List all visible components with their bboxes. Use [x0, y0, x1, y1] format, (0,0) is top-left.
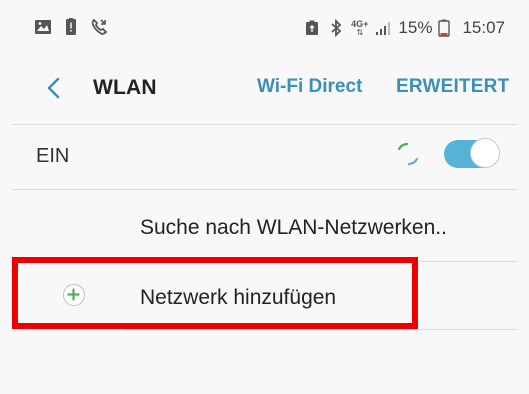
advanced-button[interactable]: ERWEITERT [396, 76, 509, 98]
battery-icon [438, 19, 456, 37]
back-button[interactable] [38, 72, 68, 108]
bluetooth-icon [327, 18, 345, 38]
scanning-text: Suche nach WLAN-Netzwerken.. [140, 216, 447, 239]
battery-saver-icon [303, 19, 321, 37]
image-icon [34, 18, 52, 36]
toggle-label: EIN [36, 145, 70, 167]
add-network-row[interactable]: Netzwerk hinzufügen [12, 257, 418, 329]
scanning-status-row: Suche nach WLAN-Netzwerken.. [0, 190, 529, 264]
loading-spinner-icon [393, 139, 423, 169]
chevron-left-icon [45, 76, 61, 105]
page-title: WLAN [93, 76, 157, 99]
battery-alert-icon [62, 18, 80, 36]
clock: 15:07 [462, 18, 505, 37]
network-4g-icon: 4G+ ⇅ [351, 18, 369, 37]
status-bar: 4G+ ⇅ 15% 15:07 [0, 0, 529, 62]
switch-knob [470, 138, 500, 168]
battery-percentage: 15% [398, 18, 433, 37]
wlan-switch[interactable] [444, 138, 500, 168]
app-bar: WLAN Wi-Fi Direct ERWEITERT [0, 62, 529, 118]
signal-icon [374, 19, 392, 37]
wlan-toggle-row[interactable]: EIN [0, 125, 529, 189]
status-right-icons: 4G+ ⇅ 15% 15:07 [303, 18, 505, 38]
call-forward-icon [90, 18, 108, 36]
status-left-icons [34, 18, 108, 36]
divider-add [124, 329, 517, 330]
add-network-label: Netzwerk hinzufügen [140, 286, 337, 309]
add-icon [63, 284, 85, 306]
wifi-direct-button[interactable]: Wi-Fi Direct [257, 76, 362, 98]
